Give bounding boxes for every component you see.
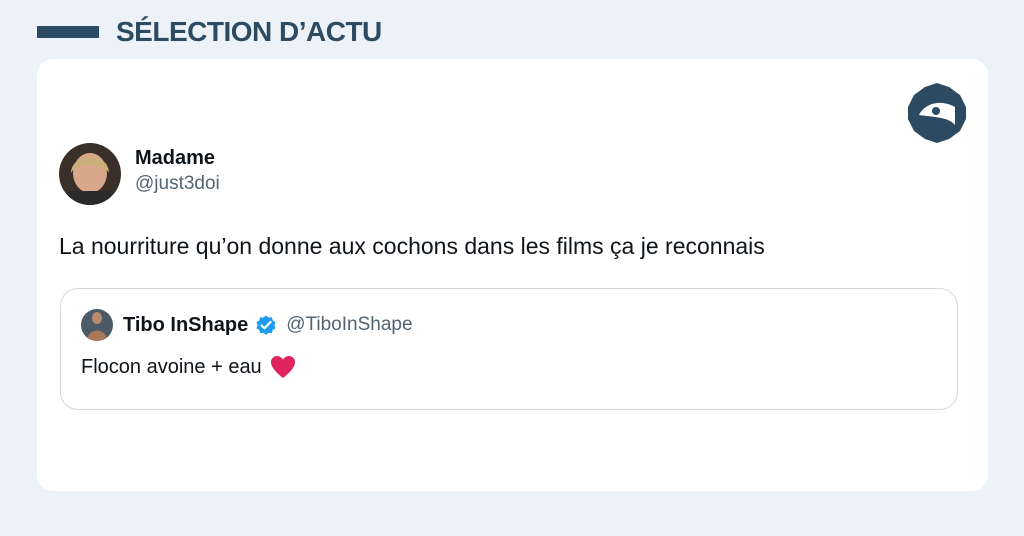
author-handle[interactable]: @just3doi bbox=[135, 171, 220, 197]
quoted-handle[interactable]: @TiboInShape bbox=[286, 314, 412, 336]
quoted-tweet[interactable]: Tibo InShape @TiboInShape Flocon avoine … bbox=[60, 288, 958, 410]
section-header: SÉLECTION D’ACTU bbox=[37, 14, 382, 50]
quoted-tweet-text: Flocon avoine + eau bbox=[81, 355, 262, 378]
quoted-avatar[interactable] bbox=[81, 309, 113, 341]
quoted-tweet-text-row: Flocon avoine + eau bbox=[81, 355, 296, 379]
tweet-card: Madame @just3doi La nourriture qu’on don… bbox=[37, 59, 988, 491]
section-title: SÉLECTION D’ACTU bbox=[116, 16, 382, 47]
header-accent-bar bbox=[37, 26, 99, 38]
quoted-avatar-image bbox=[81, 309, 113, 341]
tweet-text: La nourriture qu’on donne aux cochons da… bbox=[59, 233, 765, 259]
red-heart-icon bbox=[270, 356, 295, 378]
verified-badge-icon bbox=[256, 315, 276, 335]
fish-logo-icon bbox=[908, 83, 966, 143]
avatar-image bbox=[59, 143, 121, 205]
author-display-name[interactable]: Madame bbox=[135, 145, 220, 171]
quoted-tweet-author[interactable]: Tibo InShape @TiboInShape bbox=[81, 309, 413, 341]
tweet-author[interactable]: Madame @just3doi bbox=[59, 143, 220, 205]
quoted-display-name[interactable]: Tibo InShape bbox=[123, 314, 248, 337]
avatar[interactable] bbox=[59, 143, 121, 205]
